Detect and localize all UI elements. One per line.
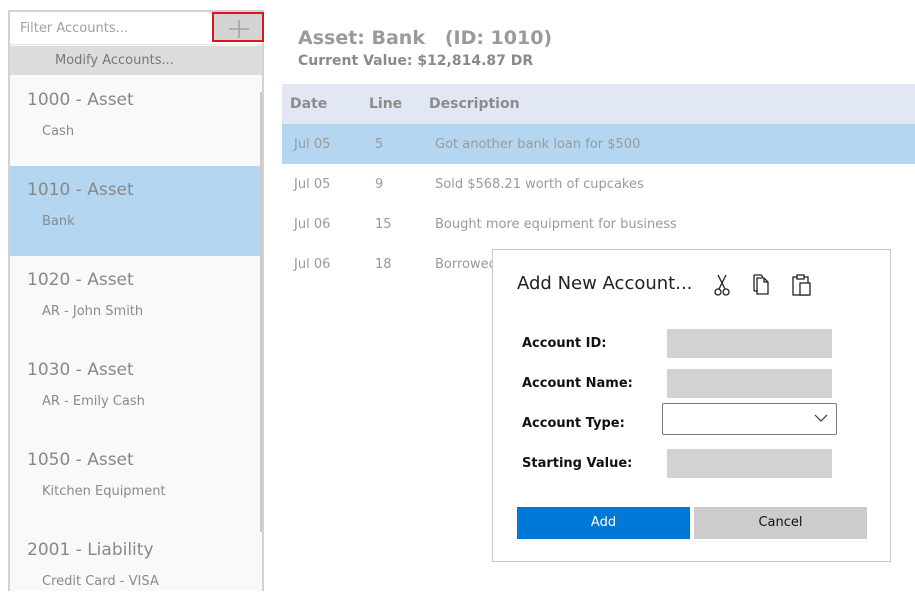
cut-icon[interactable] [711,274,733,296]
copy-icon[interactable] [751,274,773,296]
row-description: Bought more equipment for business [435,217,677,232]
ledger-table-header: Date Line Description [282,84,915,124]
add-button[interactable]: Add [517,507,690,539]
column-header-line[interactable]: Line [369,96,402,112]
account-item-title: 1030 - Asset [27,360,134,380]
column-header-description[interactable]: Description [429,96,520,112]
account-item-title: 1020 - Asset [27,270,134,290]
starting-value-label: Starting Value: [522,456,633,471]
accounts-panel: Filter Accounts... Modify Accounts... 10… [8,10,264,591]
account-item-2001[interactable]: 2001 - Liability Credit Card - VISA [10,526,262,616]
account-item-title: 1000 - Asset [27,90,134,110]
account-item-title: 1050 - Asset [27,450,134,470]
account-item-1000[interactable]: 1000 - Asset Cash [10,76,262,166]
row-line: 15 [375,217,392,232]
account-name-label: Account Name: [522,376,633,391]
account-item-name: Cash [42,124,75,139]
add-account-button[interactable] [212,12,264,42]
account-id-field[interactable] [667,329,832,358]
account-item-name: AR - John Smith [42,304,144,319]
account-item-name: Credit Card - VISA [42,574,159,589]
account-current-value: Current Value: $12,814.87 DR [298,53,534,69]
starting-value-field[interactable] [667,449,832,478]
table-row[interactable]: Jul 06 15 Bought more equipment for busi… [282,204,915,244]
cancel-button[interactable]: Cancel [694,507,867,539]
column-header-date[interactable]: Date [290,96,327,112]
row-date: Jul 05 [294,177,331,192]
row-line: 18 [375,257,392,272]
chevron-down-icon [814,414,828,422]
account-id-label: Account ID: [522,336,607,351]
account-item-name: Bank [42,214,75,229]
modify-accounts-bar: Modify Accounts... [10,46,262,75]
account-name-field[interactable] [667,369,832,398]
table-row[interactable]: Jul 05 9 Sold $568.21 worth of cupcakes [282,164,915,204]
row-description: Sold $568.21 worth of cupcakes [435,177,644,192]
row-date: Jul 06 [294,257,331,272]
table-row[interactable]: Jul 05 5 Got another bank loan for $500 [282,124,915,164]
dialog-title: Add New Account... [517,273,693,294]
account-item-1010[interactable]: 1010 - Asset Bank [10,166,262,256]
paste-icon[interactable] [791,274,813,296]
account-item-1020[interactable]: 1020 - Asset AR - John Smith [10,256,262,346]
row-line: 9 [375,177,384,192]
account-item-1030[interactable]: 1030 - Asset AR - Emily Cash [10,346,262,436]
account-header-title: Asset: Bank (ID: 1010) [298,27,553,49]
plus-icon [229,20,249,38]
row-date: Jul 06 [294,217,331,232]
account-list-scrollbar[interactable] [260,92,262,532]
row-date: Jul 05 [294,137,331,152]
row-line: 5 [375,137,384,152]
modify-accounts-button[interactable]: Modify Accounts... [55,53,174,68]
account-type-label: Account Type: [522,416,625,431]
account-item-1050[interactable]: 1050 - Asset Kitchen Equipment [10,436,262,526]
account-item-name: AR - Emily Cash [42,394,145,409]
account-item-name: Kitchen Equipment [42,484,166,499]
row-description: Got another bank loan for $500 [435,137,641,152]
account-type-select[interactable] [662,403,837,435]
account-item-title: 1010 - Asset [27,180,134,200]
row-description: Borrowed [435,257,497,272]
add-account-dialog: Add New Account... Account ID: Account N… [492,249,891,562]
account-item-title: 2001 - Liability [27,540,154,560]
